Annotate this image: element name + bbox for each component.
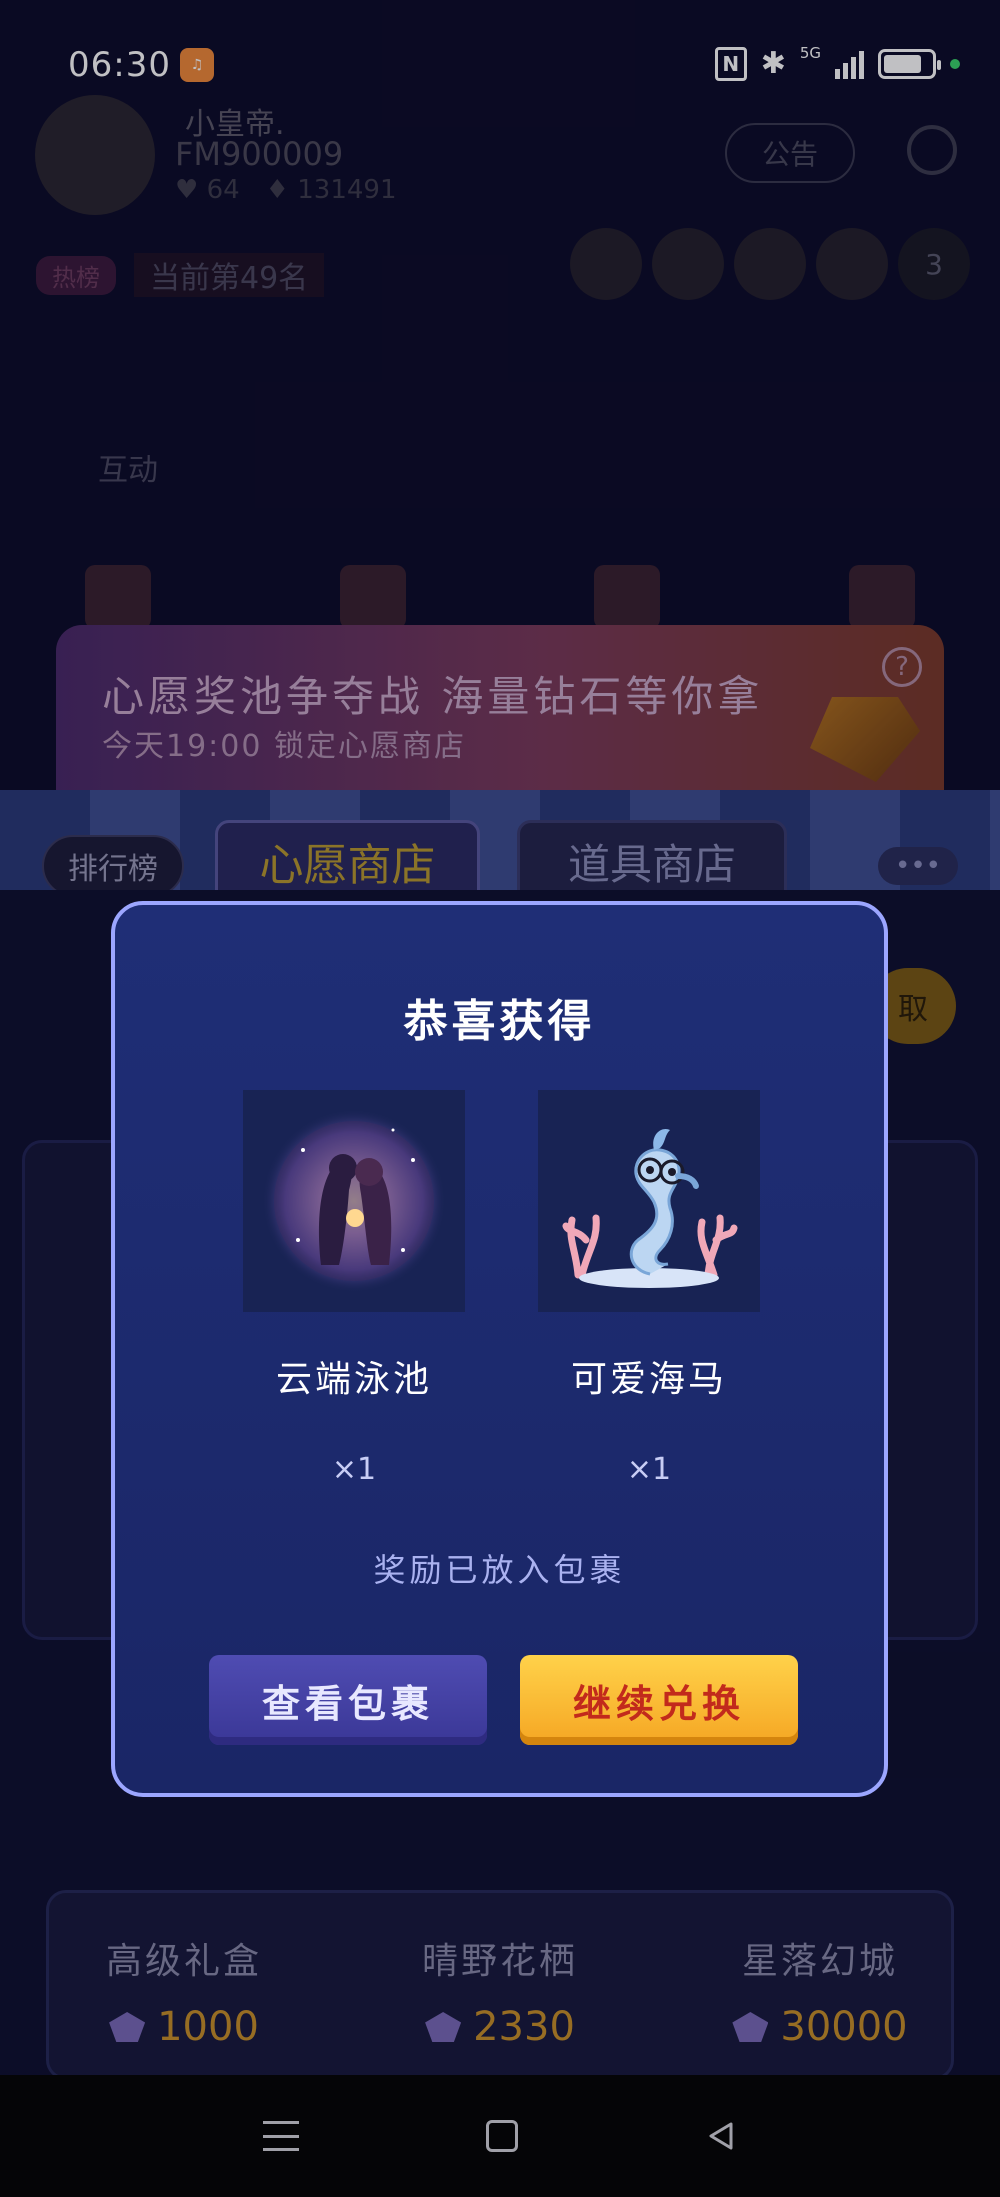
seahorse-image — [538, 1090, 760, 1312]
system-nav-bar — [0, 2075, 1000, 2197]
home-icon[interactable] — [485, 2120, 518, 2152]
reward-item: 可爱海马 ×1 — [538, 1090, 760, 1487]
view-package-button[interactable]: 查看包裹 — [209, 1655, 487, 1745]
reward-item: 云端泳池 ×1 — [243, 1090, 465, 1487]
dialog-title: 恭喜获得 — [403, 996, 596, 1047]
pool-scene-image — [243, 1090, 465, 1312]
reward-note: 奖励已放入包裹 — [373, 1551, 626, 1589]
reward-dialog: 恭喜获得 云端泳池 ×1 可爱海马 ×1 奖励已放入包裹 查看包裹 继续兑换 — [111, 901, 888, 1797]
reward-quantity: ×1 — [331, 1452, 377, 1487]
back-icon[interactable] — [705, 2120, 737, 2152]
menu-icon[interactable] — [263, 2121, 300, 2151]
screen: 06:30 ♫ N ✱ 5G 小皇帝. FM900009 ♥ 64 ♦ 1314… — [0, 0, 1000, 2197]
reward-name: 云端泳池 — [275, 1359, 432, 1400]
continue-exchange-button[interactable]: 继续兑换 — [520, 1655, 798, 1745]
reward-quantity: ×1 — [626, 1452, 672, 1487]
reward-name: 可爱海马 — [570, 1359, 727, 1400]
